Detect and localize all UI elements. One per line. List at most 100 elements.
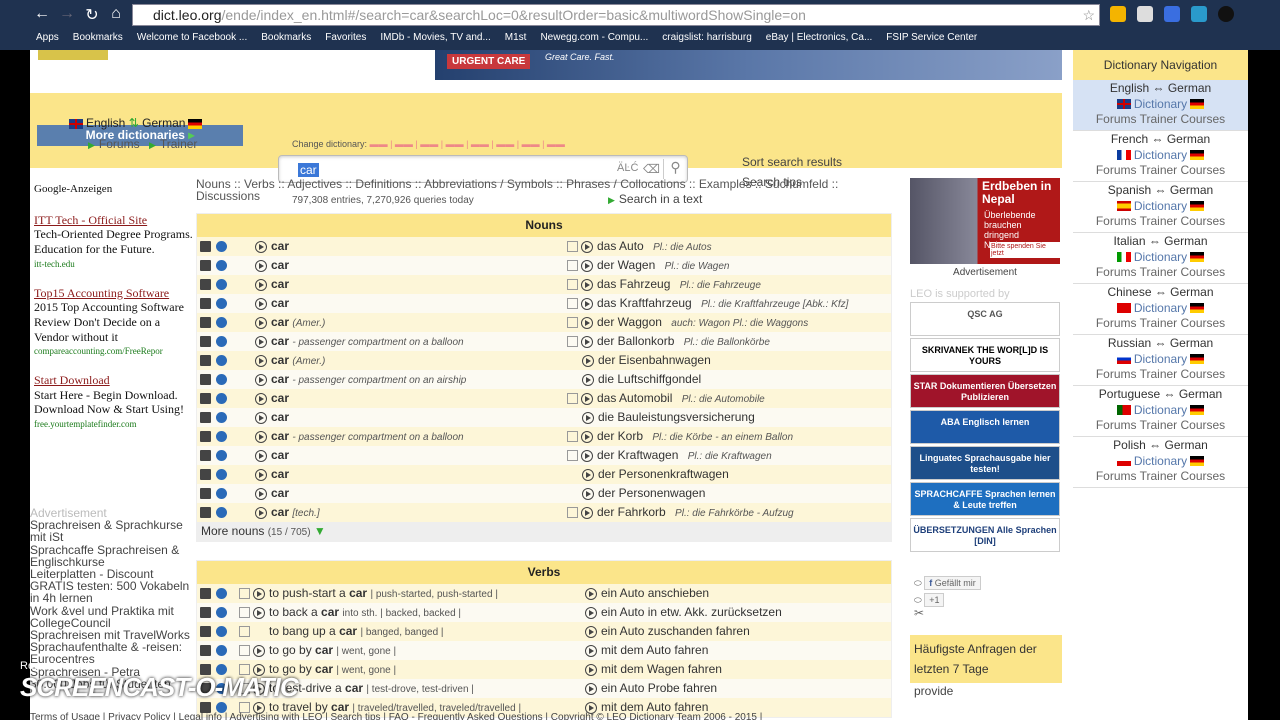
- bookmark-item[interactable]: Bookmarks: [261, 32, 311, 43]
- play-audio-icon[interactable]: [255, 354, 267, 367]
- bookmark-item[interactable]: eBay | Electronics, Ca...: [766, 32, 873, 43]
- info-icon[interactable]: [216, 645, 227, 656]
- dictionary-link[interactable]: Dictionary: [1073, 403, 1248, 419]
- term[interactable]: das Automobil: [597, 391, 672, 405]
- save-icon[interactable]: [200, 645, 211, 656]
- term[interactable]: ein Auto zuschanden fahren: [601, 624, 750, 638]
- language-pair[interactable]: French ⇔ German: [1073, 132, 1248, 148]
- info-icon[interactable]: [216, 393, 227, 404]
- dictionary-link[interactable]: Dictionary: [1073, 97, 1248, 113]
- info-icon[interactable]: [216, 588, 227, 599]
- sponsor-logo[interactable]: SKRIVANEK THE WOR[L]D IS YOURS: [910, 338, 1060, 372]
- conjugation-table-icon[interactable]: [567, 317, 578, 329]
- bookmark-item[interactable]: Bookmarks: [73, 32, 123, 43]
- term[interactable]: der Eisenbahnwagen: [598, 353, 711, 367]
- text-ad-link[interactable]: Sprachcaffe Sprachreisen & Englischkurse: [30, 543, 195, 568]
- term[interactable]: die Luftschiffgondel: [598, 372, 701, 386]
- conjugation-table-icon[interactable]: [567, 336, 578, 348]
- play-audio-icon[interactable]: [255, 411, 267, 424]
- address-bar[interactable]: dict.leo.org/ende/index_en.html#/search=…: [132, 4, 1100, 26]
- google-ad[interactable]: ITT Tech - Official Site Tech-Oriented De…: [34, 213, 194, 272]
- term[interactable]: car: [339, 624, 357, 638]
- dictionary-nav-item[interactable]: Russian ⇔ German Dictionary Forums Trainer…: [1073, 335, 1248, 386]
- conjugation-table-icon[interactable]: [567, 279, 578, 291]
- term[interactable]: car: [271, 372, 289, 386]
- info-icon[interactable]: [216, 469, 227, 480]
- nav-links[interactable]: Forums Trainer Courses: [1073, 469, 1248, 485]
- info-icon[interactable]: [216, 241, 227, 252]
- conjugation-table-icon[interactable]: [567, 298, 578, 310]
- toggle-icon[interactable]: ⬭: [914, 595, 922, 605]
- bookmark-item[interactable]: IMDb - Movies, TV and...: [380, 32, 490, 43]
- save-icon[interactable]: [200, 355, 211, 366]
- play-audio-icon[interactable]: [255, 259, 267, 272]
- footer-links[interactable]: Terms of Usage | Privacy Policy | Legal …: [30, 712, 1070, 720]
- play-audio-icon[interactable]: [581, 449, 593, 462]
- term[interactable]: der Personenwagen: [598, 486, 705, 500]
- info-icon[interactable]: [216, 374, 227, 385]
- language-pair[interactable]: Spanish ⇔ German: [1073, 183, 1248, 199]
- play-audio-icon[interactable]: [255, 335, 267, 348]
- term[interactable]: mit dem Auto fahren: [601, 643, 708, 657]
- info-icon[interactable]: [216, 450, 227, 461]
- term[interactable]: der Wagen: [597, 258, 655, 272]
- term[interactable]: der Korb: [597, 429, 643, 443]
- term[interactable]: car: [271, 315, 289, 329]
- save-icon[interactable]: [200, 469, 211, 480]
- bookmark-item[interactable]: Apps: [36, 32, 59, 43]
- term[interactable]: car: [271, 448, 289, 462]
- save-icon[interactable]: [200, 588, 211, 599]
- more-nouns-button[interactable]: More nouns (15 / 705) ▼: [197, 522, 891, 541]
- text-ad-link[interactable]: Work &vel und Praktika mit CollegeCounci…: [30, 604, 195, 629]
- term[interactable]: car: [321, 605, 339, 619]
- swap-icon[interactable]: ⇅: [129, 116, 139, 130]
- term[interactable]: car: [315, 643, 333, 657]
- dictionary-link[interactable]: Dictionary: [1073, 454, 1248, 470]
- language-pair[interactable]: Chinese ⇔ German: [1073, 285, 1248, 301]
- term[interactable]: car: [271, 429, 289, 443]
- play-audio-icon[interactable]: [581, 297, 593, 310]
- term[interactable]: ein Auto anschieben: [601, 586, 709, 600]
- save-icon[interactable]: [200, 393, 211, 404]
- play-audio-icon[interactable]: [255, 297, 267, 310]
- reload-icon[interactable]: ↻: [82, 5, 102, 25]
- info-icon[interactable]: [216, 626, 227, 637]
- nav-links[interactable]: Forums Trainer Courses: [1073, 163, 1248, 179]
- ad-url[interactable]: compareaccounting.com/FreeRepor: [34, 344, 194, 359]
- text-ad-link[interactable]: GRATIS testen: 500 Vokabeln in 4h lernen: [30, 580, 195, 605]
- save-icon[interactable]: [200, 317, 211, 328]
- save-icon[interactable]: [200, 412, 211, 423]
- special-characters-button[interactable]: ÄĿĆ: [617, 162, 638, 174]
- google-plus-button[interactable]: +1: [924, 593, 945, 607]
- dictionary-link[interactable]: Dictionary: [1073, 352, 1248, 368]
- term[interactable]: car: [271, 334, 289, 348]
- term[interactable]: car: [271, 239, 289, 253]
- play-audio-icon[interactable]: [582, 354, 594, 367]
- search-extension-icon[interactable]: [1137, 6, 1153, 22]
- nepal-ad-button[interactable]: Bitte spenden Sie jetzt: [990, 242, 1060, 258]
- toggle-icon[interactable]: ⬭: [914, 578, 922, 588]
- save-icon[interactable]: [200, 507, 211, 518]
- play-audio-icon[interactable]: [253, 587, 265, 600]
- info-icon[interactable]: [216, 412, 227, 423]
- sponsor-logo[interactable]: ABA Englisch lernen: [910, 410, 1060, 444]
- save-icon[interactable]: [200, 488, 211, 499]
- info-icon[interactable]: [216, 431, 227, 442]
- term[interactable]: ein Auto Probe fahren: [601, 681, 717, 695]
- search-icon[interactable]: ⚲: [663, 159, 687, 179]
- language-pair[interactable]: Russian ⇔ German: [1073, 336, 1248, 352]
- play-audio-icon[interactable]: [581, 259, 593, 272]
- term[interactable]: car: [271, 277, 289, 291]
- ad-url[interactable]: itt-tech.edu: [34, 257, 194, 272]
- play-audio-icon[interactable]: [255, 487, 267, 500]
- bookmark-item[interactable]: Favorites: [325, 32, 366, 43]
- term[interactable]: mit dem Wagen fahren: [601, 662, 722, 676]
- save-icon[interactable]: [200, 607, 211, 618]
- info-icon[interactable]: [216, 279, 227, 290]
- search-input[interactable]: car: [298, 163, 319, 177]
- bookmark-item[interactable]: craigslist: harrisburg: [662, 32, 751, 43]
- dictionary-nav-item[interactable]: Portuguese ⇔ German Dictionary Forums Trai…: [1073, 386, 1248, 437]
- bookmark-item[interactable]: Welcome to Facebook ...: [137, 32, 247, 43]
- info-icon[interactable]: [216, 317, 227, 328]
- play-audio-icon[interactable]: [581, 506, 593, 519]
